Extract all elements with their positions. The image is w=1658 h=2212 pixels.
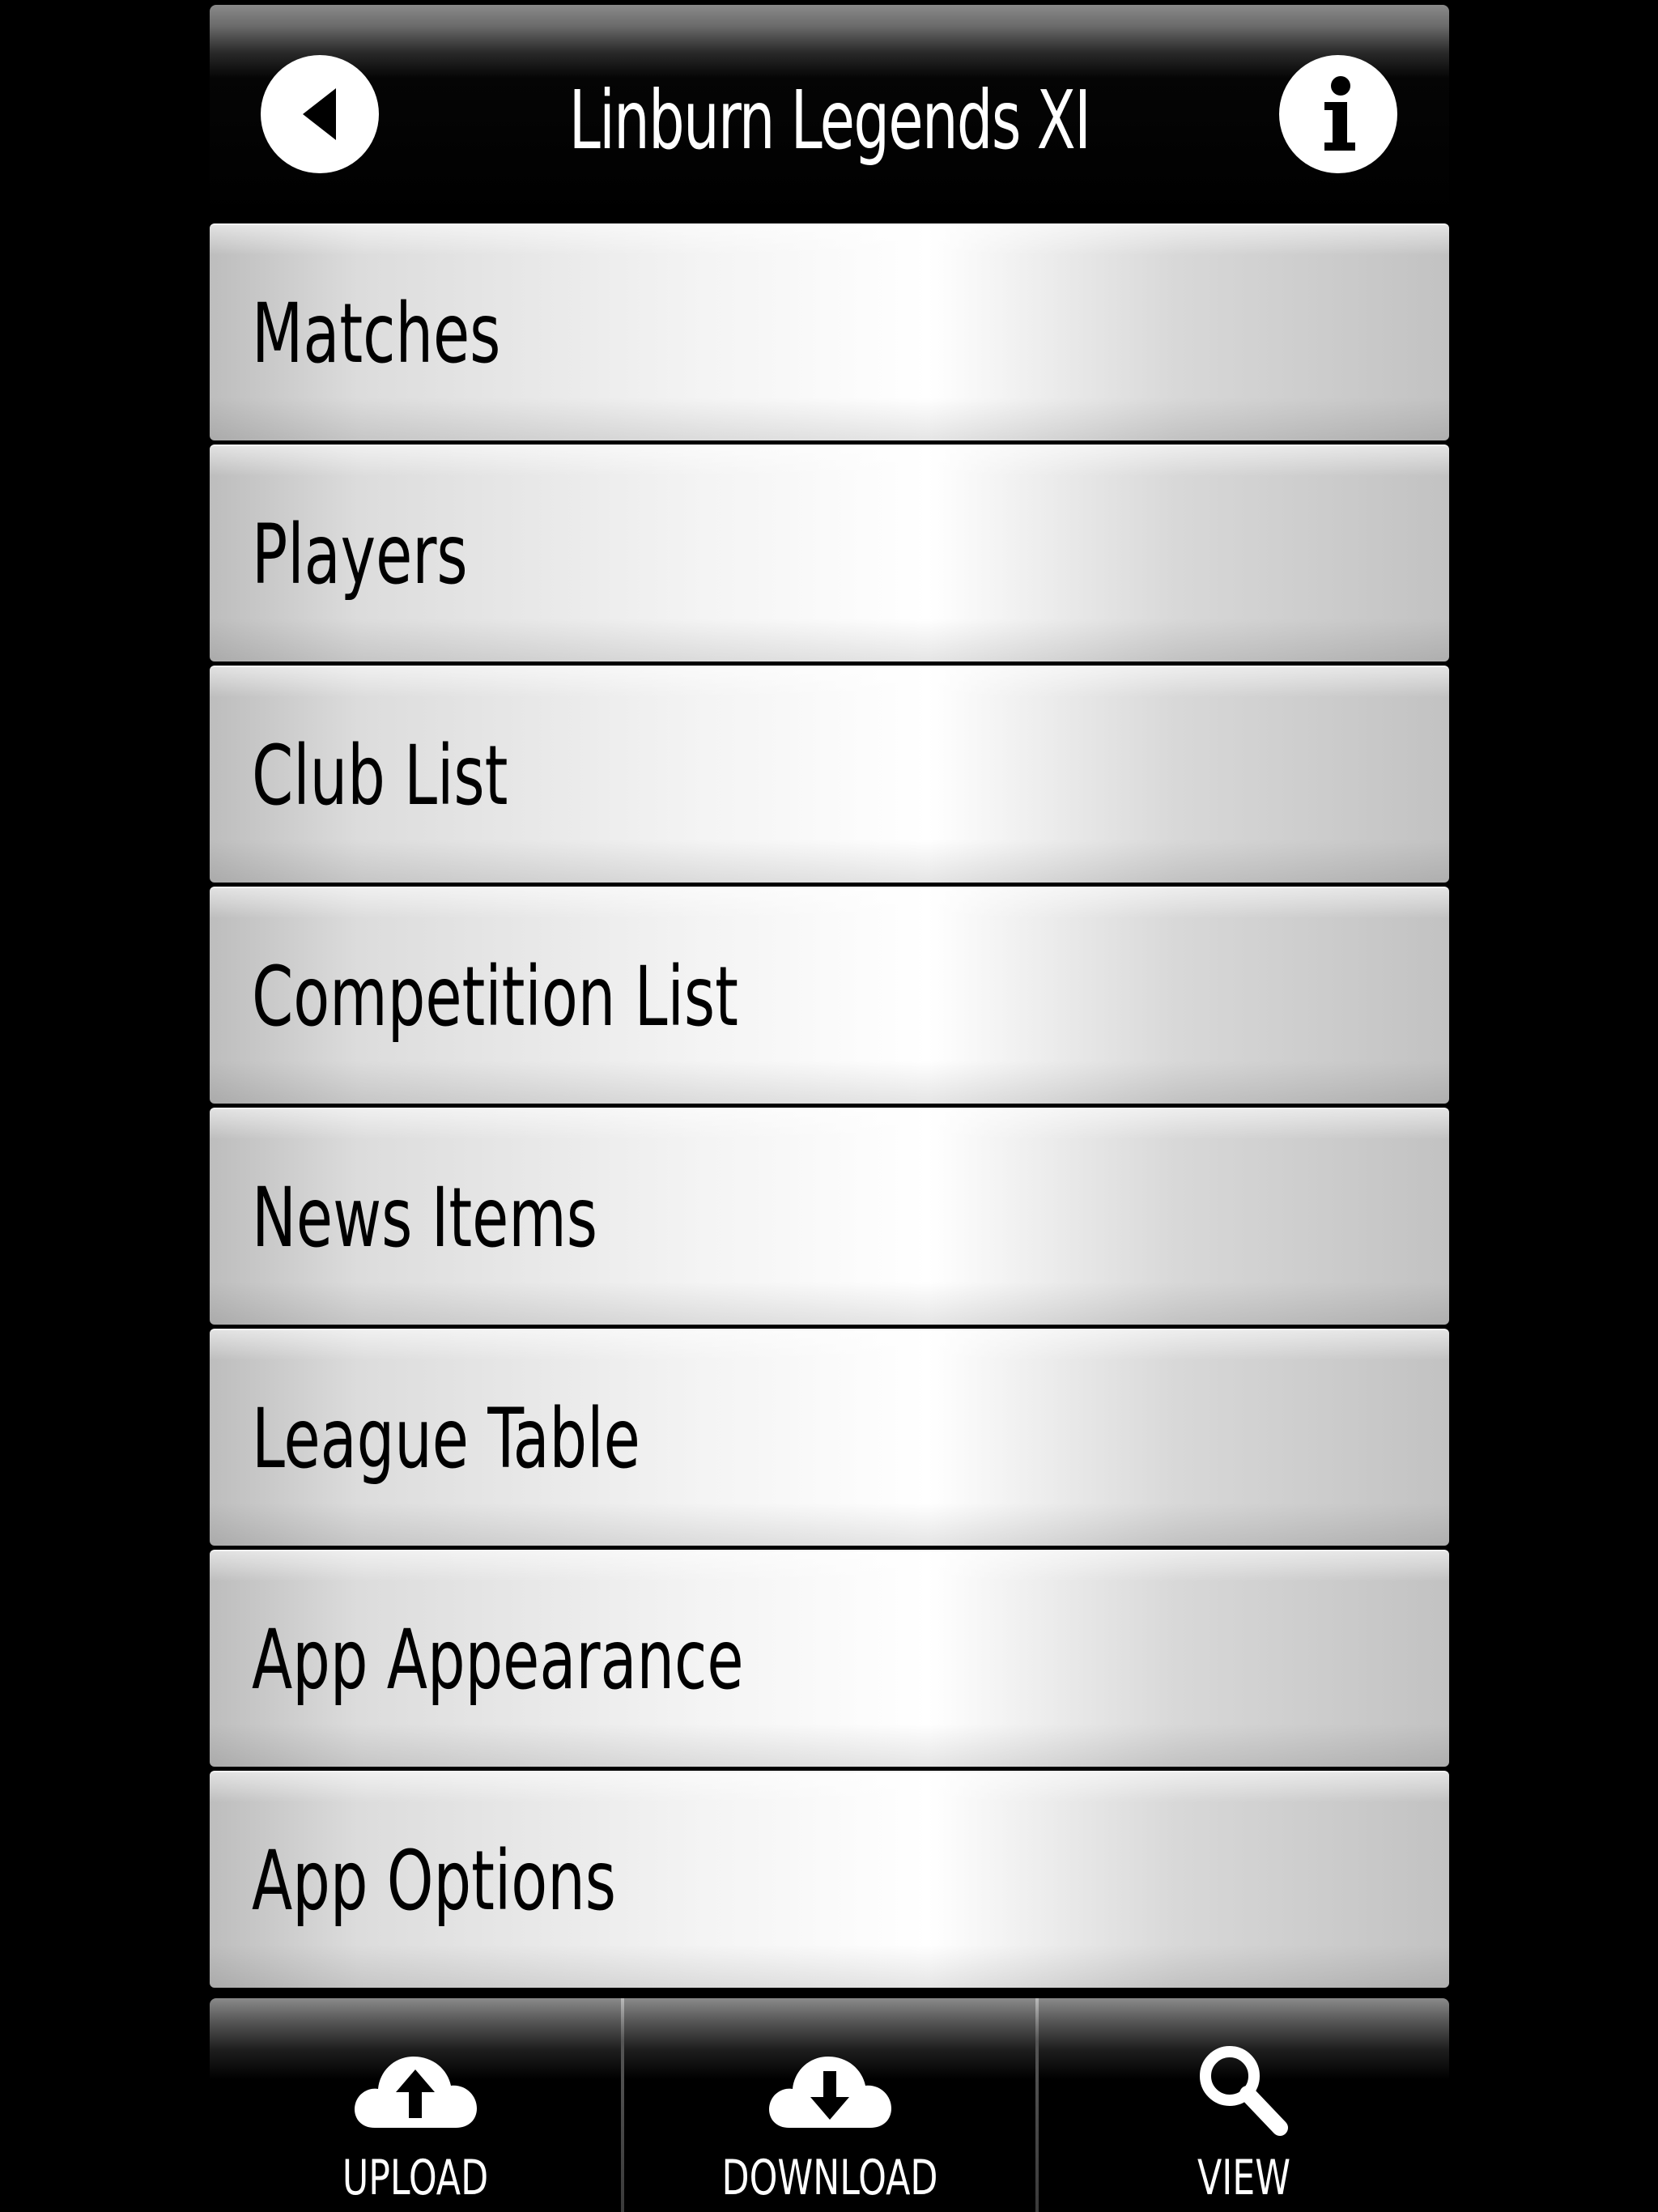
menu-item-label: App Options [252, 1833, 616, 1929]
download-button[interactable]: DOWNLOAD [624, 1998, 1035, 2212]
download-label: DOWNLOAD [721, 2150, 938, 2206]
view-label: VIEW [1197, 2150, 1291, 2206]
menu-item-label: Matches [252, 286, 501, 382]
menu-item-label: Club List [252, 728, 508, 824]
page-title: Linburn Legends XI [568, 73, 1091, 168]
header-bar: Linburn Legends XI [210, 5, 1449, 220]
cloud-upload-icon [355, 2057, 477, 2128]
menu-item-club-list[interactable]: Club List [210, 666, 1449, 883]
menu-item-label: News Items [252, 1170, 598, 1266]
menu-item-app-appearance[interactable]: App Appearance [210, 1550, 1449, 1767]
info-icon [1324, 76, 1355, 151]
menu-item-news-items[interactable]: News Items [210, 1108, 1449, 1325]
menu-item-players[interactable]: Players [210, 445, 1449, 661]
view-button[interactable]: VIEW [1039, 1998, 1449, 2212]
cloud-download-icon [769, 2057, 891, 2128]
menu-item-label: App Appearance [252, 1612, 744, 1708]
menu-item-label: Players [252, 507, 468, 603]
magnifier-icon [1199, 2046, 1288, 2136]
menu-item-competition-list[interactable]: Competition List [210, 887, 1449, 1104]
menu-item-league-table[interactable]: League Table [210, 1329, 1449, 1546]
menu-item-label: Competition List [252, 949, 738, 1045]
upload-label: UPLOAD [342, 2150, 489, 2206]
bottom-toolbar: UPLOAD DOWNLOAD VIEW [210, 1998, 1449, 2212]
app-screen: Linburn Legends XI Matches Players Club … [210, 0, 1449, 2212]
menu-item-app-options[interactable]: App Options [210, 1771, 1449, 1988]
menu-item-matches[interactable]: Matches [210, 223, 1449, 440]
upload-button[interactable]: UPLOAD [210, 1998, 621, 2212]
info-button[interactable] [1279, 55, 1397, 173]
menu-item-label: League Table [252, 1391, 640, 1487]
